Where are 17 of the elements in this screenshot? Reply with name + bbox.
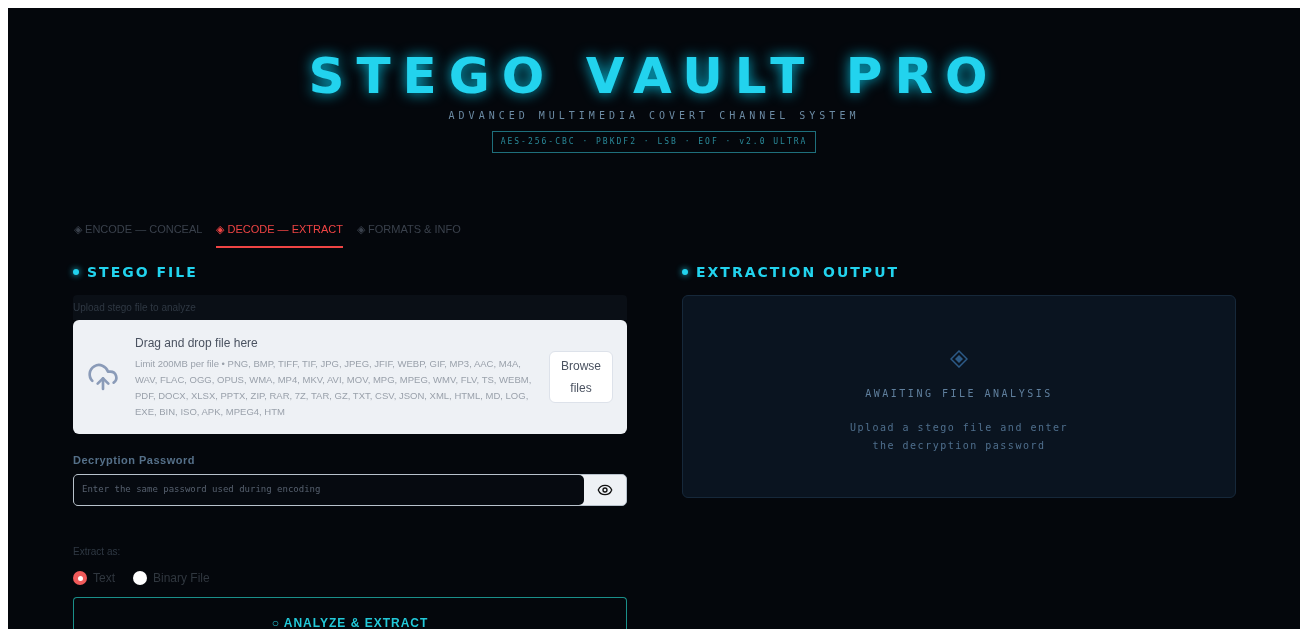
- diamond-icon: [950, 349, 968, 368]
- section-heading: STEGO FILE: [87, 262, 198, 282]
- section-heading: EXTRACTION OUTPUT: [696, 262, 900, 282]
- app-subtitle: ADVANCED MULTIMEDIA COVERT CHANNEL SYSTEM: [448, 109, 860, 123]
- radio-button[interactable]: [73, 571, 87, 585]
- radio-button[interactable]: [133, 571, 147, 585]
- analyze-extract-button[interactable]: ○ ANALYZE & EXTRACT: [73, 597, 627, 629]
- dropzone-hint: Limit 200MB per file • PNG, BMP, TIFF, TIF, JPG, JPEG, JFIF, WEBP, GIF, MP3, AAC, M4A, WAV, FLAC, OGG, OPUS, WMA, MP4, MKV, AVI, MOV, MPG, MPEG, WMV, FLV, TS, WEBM, PDF, DOCX, XLSX, PPTX, ZIP, RAR, 7Z, TAR, GZ, TXT, CSV, JSON, XML, HTML, MD, LOG, EXE, BIN, ISO, APK, MPEG4, HTM: [135, 356, 533, 419]
- dropzone-title: Drag and drop file here: [135, 334, 259, 352]
- tab[interactable]: ◈ DECODE — EXTRACT: [216, 221, 343, 248]
- output-status: AWAITING FILE ANALYSIS: [865, 386, 1053, 401]
- version-badge: AES-256-CBC · PBKDF2 · LSB · EOF · v2.0 ULTRA: [491, 131, 817, 153]
- app-title: STEGO VAULT PRO: [308, 48, 1000, 104]
- output-hint: Upload a stego file and enter the decryption password: [848, 420, 1070, 453]
- browse-files-button[interactable]: Browse files: [549, 350, 613, 403]
- field-label: Decryption Password: [73, 452, 196, 468]
- eye-icon: [597, 482, 613, 498]
